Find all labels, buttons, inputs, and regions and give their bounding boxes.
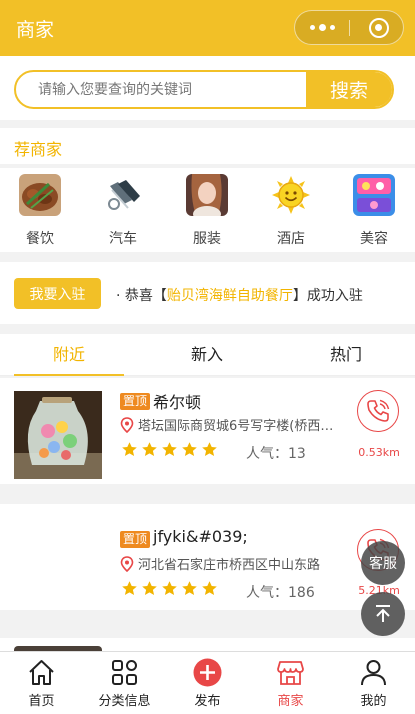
- star-icon: [141, 580, 158, 597]
- address-text: 河北省石家庄市桥西区中山东路: [138, 558, 321, 573]
- category-fashion[interactable]: 服装: [172, 174, 242, 250]
- more-icon[interactable]: [295, 11, 349, 44]
- bottom-tab-bar: 首页 分类信息 发布 商家 我的: [0, 651, 415, 714]
- user-icon: [361, 660, 386, 686]
- food-photo: [19, 174, 61, 216]
- location-pin-icon: [120, 555, 134, 572]
- category-beauty[interactable]: 美容: [339, 174, 409, 250]
- notice-text: · 恭喜【贻贝湾海鲜自助餐厅】成功入驻: [116, 285, 363, 305]
- category-label: 汽车: [109, 231, 137, 247]
- nav-publish[interactable]: 发布: [166, 652, 249, 714]
- distance: 0.53km: [358, 446, 400, 459]
- popularity: 人气：13: [246, 443, 306, 463]
- star-icon: [181, 580, 198, 597]
- car-keys-photo: [102, 174, 144, 216]
- tab-nearby[interactable]: 附近: [14, 334, 124, 376]
- beauty-photo: [353, 174, 395, 216]
- join-notice-bar: 我要入驻 · 恭喜【贻贝湾海鲜自助餐厅】成功入驻: [0, 262, 415, 324]
- category-label: 美容: [360, 231, 388, 247]
- shop-icon: [277, 661, 304, 685]
- back-to-top-button[interactable]: [361, 592, 405, 636]
- shop-name[interactable]: jfyki&#039;: [153, 527, 248, 546]
- category-food[interactable]: 餐饮: [5, 174, 75, 250]
- shop-card[interactable]: 置顶 jfyki&#039; 河北省石家庄市桥西区中山东路 人气：186 5.2…: [0, 504, 415, 610]
- popularity-label: 人气：: [246, 446, 288, 462]
- popularity-value: 186: [288, 585, 315, 601]
- section-title: 荐商家: [14, 140, 63, 159]
- popularity-label: 人气：: [246, 585, 288, 601]
- fashion-photo: [186, 174, 228, 216]
- search-area: 搜索: [0, 56, 415, 120]
- nav-category[interactable]: 分类信息: [83, 652, 166, 714]
- notice-suffix: 】成功入驻: [292, 288, 363, 304]
- category-hotel[interactable]: 酒店: [256, 174, 326, 250]
- star-icon: [121, 441, 138, 458]
- nav-merchant[interactable]: 商家: [249, 652, 332, 714]
- category-label: 服装: [193, 231, 221, 247]
- category-row: 餐饮 汽车 服装 酒店 美容: [0, 168, 415, 252]
- star-icon: [121, 580, 138, 597]
- publish-plus-icon: [193, 658, 222, 687]
- address-text: 塔坛国际商贸城6号写字楼(桥西区中山西路): [138, 419, 334, 434]
- shop-name[interactable]: 希尔顿: [153, 389, 201, 413]
- tab-hot[interactable]: 热门: [291, 334, 401, 376]
- capsule-divider: [349, 20, 350, 36]
- mini-program-capsule: [294, 10, 404, 45]
- top-badge: 置顶: [120, 531, 151, 548]
- nav-label: 商家: [277, 694, 304, 709]
- call-button[interactable]: [357, 390, 399, 432]
- location-pin-icon: [120, 416, 134, 433]
- close-target-icon[interactable]: [369, 18, 389, 38]
- category-car[interactable]: 汽车: [88, 174, 158, 250]
- star-icon: [181, 441, 198, 458]
- popularity-value: 13: [288, 446, 306, 462]
- star-icon: [201, 441, 218, 458]
- rating-stars: [121, 580, 218, 597]
- nav-label: 我的: [360, 694, 387, 709]
- page-title: 商家: [16, 19, 55, 41]
- recommend-section-header: 荐商家: [0, 128, 415, 164]
- arrow-up-icon: [376, 605, 390, 622]
- home-icon: [29, 660, 54, 685]
- search-input[interactable]: [16, 72, 308, 107]
- star-icon: [141, 441, 158, 458]
- sun-smiley-icon: [270, 174, 312, 216]
- join-button[interactable]: 我要入驻: [14, 278, 101, 309]
- star-icon: [161, 441, 178, 458]
- nav-label: 分类信息: [98, 694, 151, 709]
- nav-mine[interactable]: 我的: [332, 652, 415, 714]
- grid-icon: [112, 660, 137, 685]
- shop-card[interactable]: 置顶 希尔顿 塔坛国际商贸城6号写字楼(桥西区中山西路) 人气：13 0.53k…: [0, 378, 415, 484]
- customer-service-button[interactable]: 客服: [361, 541, 405, 585]
- category-label: 餐饮: [26, 231, 54, 247]
- merchant-page: 商家 搜索 荐商家: [0, 0, 415, 714]
- shop-address: 塔坛国际商贸城6号写字楼(桥西区中山西路): [120, 415, 344, 434]
- nav-home[interactable]: 首页: [0, 652, 83, 714]
- category-label: 酒店: [277, 231, 305, 247]
- nav-label: 发布: [194, 694, 221, 709]
- shop-thumbnail: [14, 391, 102, 479]
- phone-icon: [367, 399, 390, 422]
- shop-address: 河北省石家庄市桥西区中山东路: [120, 554, 344, 573]
- notice-prefix: · 恭喜【: [116, 288, 167, 304]
- top-badge: 置顶: [120, 393, 151, 410]
- header-bar: 商家: [0, 0, 415, 56]
- rating-stars: [121, 441, 218, 458]
- tab-new[interactable]: 新入: [152, 334, 262, 376]
- search-button[interactable]: 搜索: [306, 72, 392, 107]
- search-box: 搜索: [14, 70, 394, 109]
- star-icon: [161, 580, 178, 597]
- popularity: 人气：186: [246, 582, 315, 602]
- notice-shop-link[interactable]: 贻贝湾海鲜自助餐厅: [167, 288, 293, 304]
- filter-tabs: 附近 新入 热门: [0, 334, 415, 376]
- nav-label: 首页: [28, 694, 55, 709]
- star-icon: [201, 580, 218, 597]
